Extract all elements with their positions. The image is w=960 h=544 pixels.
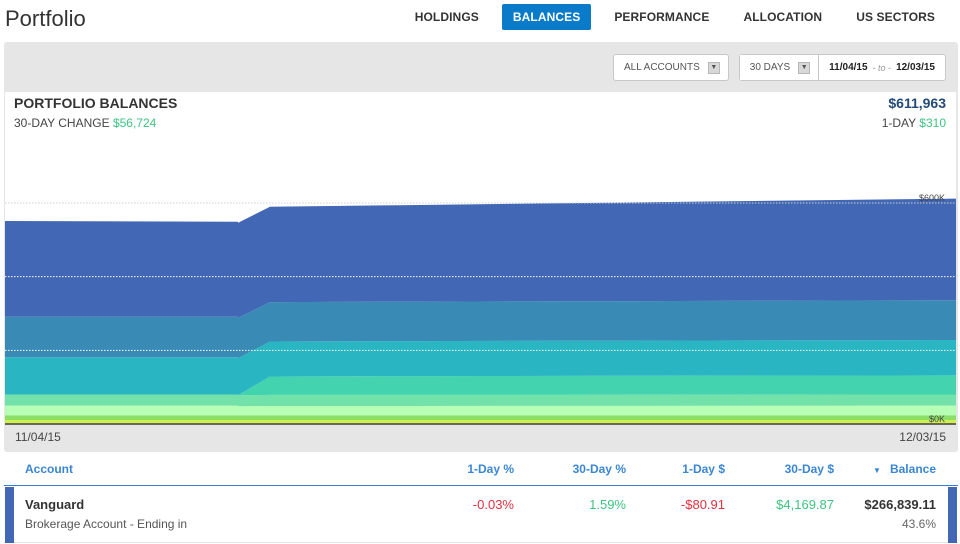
header-one-day-pct[interactable]: 1-Day % <box>467 462 514 476</box>
header-thirty-day-pct[interactable]: 30-Day % <box>573 462 626 476</box>
tab-balances[interactable]: BALANCES <box>501 4 592 30</box>
tab-us-sectors[interactable]: US SECTORS <box>845 4 946 30</box>
series-color-swatch <box>5 487 14 543</box>
balances-chart-card: $0K $600K PORTFOLIO BALANCES 30-DAY CHANG… <box>5 92 956 425</box>
x-axis-start-label: 11/04/15 <box>15 430 61 444</box>
area-series-layer-6[interactable] <box>5 405 956 416</box>
accounts-table: Account 1-Day % 30-Day % 1-Day $ 30-Day … <box>4 452 958 544</box>
thirty-day-pct: 1.59% <box>589 497 626 512</box>
account-balance: $266,839.11 <box>864 497 936 512</box>
period-dropdown[interactable]: 30 DAYS ▼ <box>739 55 820 80</box>
x-axis: 11/04/15 12/03/15 <box>5 426 956 452</box>
area-series-layer-7[interactable] <box>5 415 956 421</box>
page-title: Portfolio <box>5 6 86 31</box>
date-range-picker: 30 DAYS ▼ 11/04/15 - to - 12/03/15 <box>738 54 946 81</box>
series-color-swatch <box>948 487 957 543</box>
accounts-dropdown-label: ALL ACCOUNTS <box>624 62 700 73</box>
date-from[interactable]: 11/04/15 <box>829 62 867 73</box>
view-tabs: HOLDINGS BALANCES PERFORMANCE ALLOCATION… <box>398 4 952 30</box>
chevron-down-icon: ▼ <box>707 61 720 74</box>
date-separator: - to - <box>872 62 892 73</box>
x-axis-end-label: 12/03/15 <box>899 430 946 444</box>
tab-allocation[interactable]: ALLOCATION <box>732 4 833 30</box>
date-range-input[interactable]: 11/04/15 - to - 12/03/15 <box>819 55 945 80</box>
one-day-change: 1-DAY $310 <box>882 116 946 130</box>
table-row[interactable]: Vanguard Brokerage Account - Ending in -… <box>4 487 958 543</box>
area-series-vanguard[interactable] <box>5 198 956 318</box>
one-day-change-value: $310 <box>919 116 946 130</box>
table-header: Account 1-Day % 30-Day % 1-Day $ 30-Day … <box>4 452 958 486</box>
thirty-day-change-value: $56,724 <box>112 116 157 130</box>
area-series-layer-5[interactable] <box>5 394 956 407</box>
one-day-pct: -0.03% <box>472 497 514 512</box>
sort-desc-icon: ▼ <box>873 466 881 475</box>
balances-panel: ALL ACCOUNTS ▼ 30 DAYS ▼ 11/04/15 - to -… <box>4 42 958 452</box>
portfolio-total: $611,963 <box>888 95 946 111</box>
account-name: Vanguard <box>25 497 85 512</box>
chart-title: PORTFOLIO BALANCES <box>14 95 178 111</box>
header-thirty-day-usd[interactable]: 30-Day $ <box>785 462 834 476</box>
date-to[interactable]: 12/03/15 <box>896 62 935 73</box>
thirty-day-usd: $4,169.87 <box>776 497 834 512</box>
header-account[interactable]: Account <box>25 462 73 476</box>
tab-performance[interactable]: PERFORMANCE <box>603 4 720 30</box>
y-tick-label: $600K <box>919 193 945 203</box>
header-balance[interactable]: ▼ Balance <box>873 462 936 476</box>
account-subtitle: Brokerage Account - Ending in <box>25 517 188 531</box>
y-tick-label: $0K <box>929 414 945 424</box>
header-one-day-usd[interactable]: 1-Day $ <box>682 462 725 476</box>
thirty-day-change: 30-DAY CHANGE $56,724 <box>14 116 156 130</box>
header-balance-label: Balance <box>889 462 936 476</box>
one-day-change-label: 1-DAY <box>881 116 916 130</box>
balances-area-chart: $0K $600K <box>5 193 956 425</box>
account-share: 43.6% <box>901 517 936 531</box>
accounts-dropdown[interactable]: ALL ACCOUNTS ▼ <box>613 54 729 81</box>
one-day-usd: -$80.91 <box>680 497 725 512</box>
filter-bar: ALL ACCOUNTS ▼ 30 DAYS ▼ 11/04/15 - to -… <box>613 54 946 81</box>
period-dropdown-label: 30 DAYS <box>749 62 791 73</box>
thirty-day-change-label: 30-DAY CHANGE <box>14 116 110 130</box>
chevron-down-icon: ▼ <box>798 61 811 74</box>
tab-holdings[interactable]: HOLDINGS <box>404 4 490 30</box>
